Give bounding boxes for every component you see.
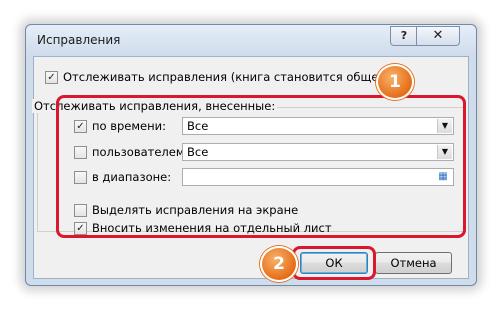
help-button[interactable]: ? (390, 26, 418, 46)
checkmark-icon: ✓ (45, 70, 58, 84)
track-changes-label: Отслеживать исправления (книга становитс… (63, 70, 395, 84)
step-badge-1: 1 (376, 64, 414, 100)
highlight-frame-ok (292, 246, 376, 280)
highlight-frame-options (56, 95, 466, 238)
track-changes-checkbox[interactable]: ✓ Отслеживать исправления (книга станови… (45, 70, 394, 84)
window-title: Исправления (37, 33, 121, 47)
title-bar: Исправления ? ✕ (26, 25, 476, 55)
close-button[interactable]: ✕ (416, 26, 460, 46)
cancel-button[interactable]: Отмена (375, 252, 452, 274)
step-badge-2: 2 (260, 246, 298, 282)
